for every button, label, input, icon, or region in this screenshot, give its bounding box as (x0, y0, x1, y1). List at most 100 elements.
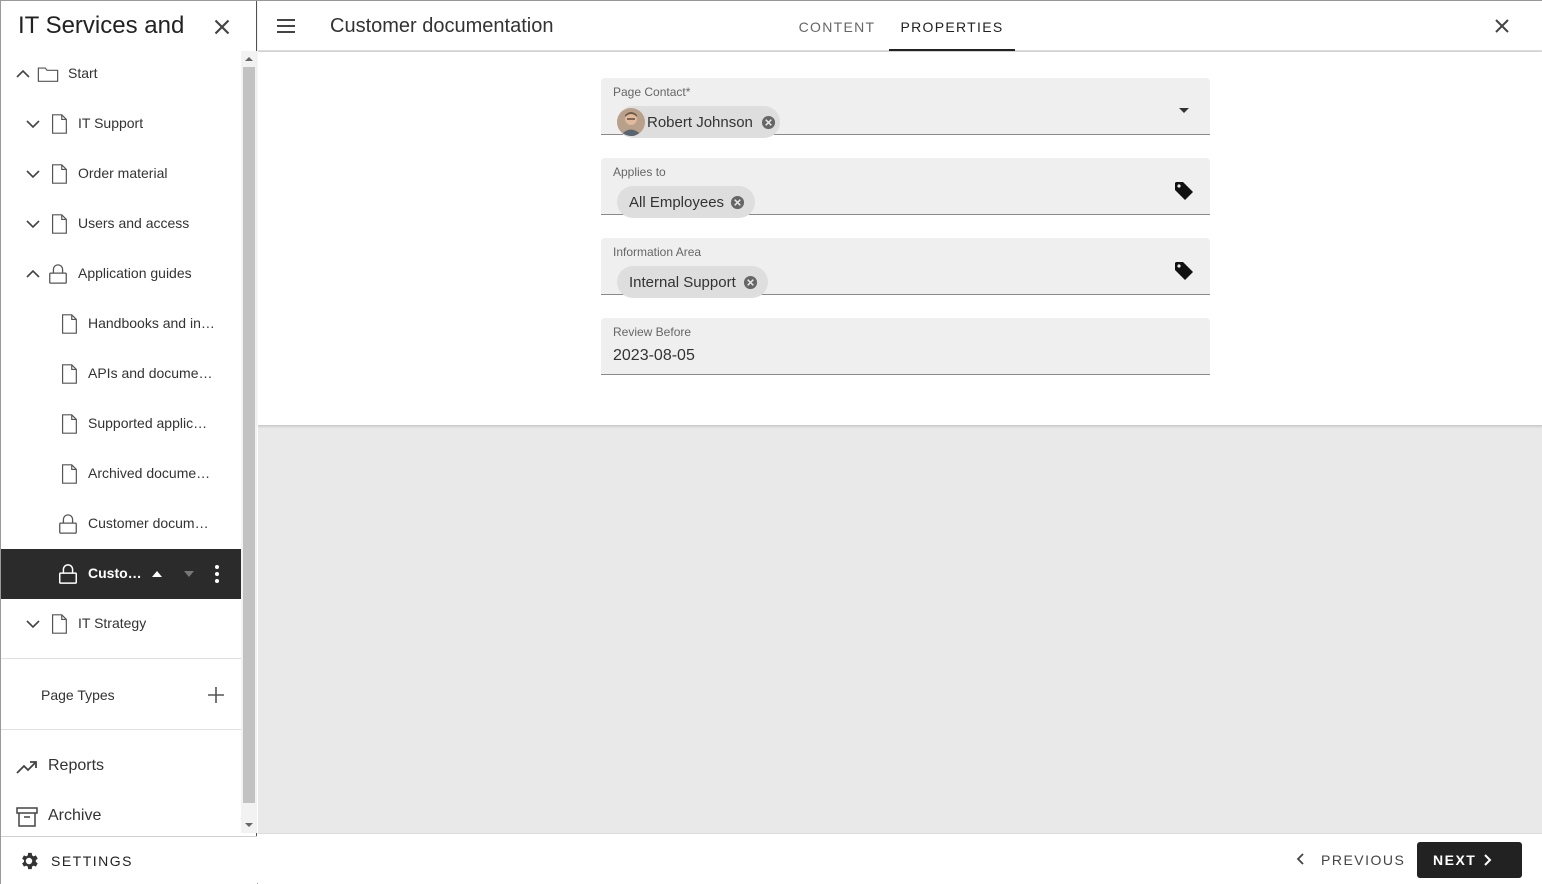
page-contact-chip[interactable]: Robert Johnson (617, 106, 780, 138)
footer-bar: PREVIOUS NEXT (258, 833, 1542, 884)
page-icon (51, 114, 67, 134)
tree-item-label: Handbooks and in… (88, 315, 215, 331)
chevron-down-icon[interactable] (25, 116, 41, 132)
review-before-field[interactable]: Review Before 2023-08-05 (601, 318, 1210, 375)
chevron-up-icon[interactable] (25, 266, 41, 282)
tree-item-label: Customer docum… (88, 515, 209, 531)
trending-up-icon (16, 761, 37, 774)
page-contact-field[interactable]: Page Contact* Robert Johnson (601, 78, 1210, 138)
information-area-value: Internal Support (629, 274, 736, 291)
tab-properties[interactable]: PROPERTIES (889, 1, 1015, 51)
tag-icon[interactable] (1173, 180, 1195, 202)
avatar (617, 108, 645, 136)
tree-item-label: Supported applic… (88, 415, 208, 431)
tree-item-label: Order material (78, 165, 168, 181)
remove-chip-icon[interactable] (730, 195, 745, 210)
close-icon[interactable] (1490, 14, 1514, 38)
page-contact-value: Robert Johnson (647, 114, 753, 131)
settings-label: SETTINGS (51, 853, 134, 869)
next-button[interactable]: NEXT (1417, 842, 1522, 878)
tree-item-label: Custom… (88, 565, 150, 581)
nav-item-archive[interactable]: Archive (1, 795, 241, 839)
sidebar-title: IT Services and Support (18, 12, 190, 39)
properties-panel: Page Contact* Robert Johnson Applies to … (258, 52, 1542, 426)
chevron-up-icon[interactable] (15, 66, 31, 82)
page-contact-label: Page Contact* (613, 85, 691, 99)
settings-button[interactable]: SETTINGS (1, 836, 257, 884)
chevron-down-icon[interactable] (25, 166, 41, 182)
applies-to-label: Applies to (613, 165, 666, 179)
previous-label: PREVIOUS (1321, 852, 1406, 868)
tree-item-it-support[interactable]: IT Support (1, 99, 241, 149)
tree-item-label: Archived docume… (88, 465, 211, 481)
chevron-left-icon (1296, 853, 1304, 865)
information-area-label: Information Area (613, 245, 702, 259)
page-icon (51, 614, 67, 634)
folder-icon (37, 67, 59, 82)
page-icon (61, 464, 77, 484)
nav-item-label: Archive (48, 807, 102, 824)
tree-item-label: Start (68, 65, 98, 81)
remove-chip-icon[interactable] (743, 275, 758, 290)
tree-item-selected[interactable]: Custom… (1, 549, 241, 599)
scroll-down-arrow-icon[interactable] (244, 821, 254, 829)
tag-icon[interactable] (1173, 260, 1195, 282)
remove-chip-icon[interactable] (761, 115, 776, 130)
page-icon (61, 364, 77, 384)
app-window: IT Services and Support Start IT Support… (0, 0, 1542, 884)
applies-to-field[interactable]: Applies to All Employees (601, 158, 1210, 218)
tree-item-order-material[interactable]: Order material (1, 149, 241, 199)
page-icon (61, 314, 77, 334)
tree-item-customer-documentation[interactable]: Customer docum… (1, 499, 241, 549)
chevron-down-icon[interactable] (25, 216, 41, 232)
tree-item-it-strategy[interactable]: IT Strategy (1, 599, 241, 649)
page-icon (51, 164, 67, 184)
gear-icon (22, 852, 38, 870)
main-area: Customer documentation CONTENT PROPERTIE… (258, 1, 1542, 884)
tree-item-label: Application guides (78, 265, 192, 281)
tree-item-label: IT Support (78, 115, 144, 131)
scroll-up-arrow-icon[interactable] (244, 55, 254, 63)
applies-to-value: All Employees (629, 194, 725, 211)
divider (1, 658, 241, 659)
sidebar-header: IT Services and Support (1, 1, 257, 51)
tree-item-label: Users and access (78, 215, 190, 231)
page-types-row[interactable]: Page Types (1, 671, 241, 719)
dropdown-arrow-icon[interactable] (1173, 100, 1195, 122)
archive-icon (16, 807, 38, 827)
page-title: Customer documentation (330, 15, 554, 37)
information-area-chip[interactable]: Internal Support (617, 266, 768, 298)
page-types-label: Page Types (41, 687, 115, 703)
more-vert-icon[interactable] (211, 563, 223, 585)
review-before-label: Review Before (613, 325, 692, 339)
tree-item-users-and-access[interactable]: Users and access (1, 199, 241, 249)
nav-item-reports[interactable]: Reports (1, 745, 241, 789)
tree-item-archived-documents[interactable]: Archived docume… (1, 449, 241, 499)
applies-to-chip[interactable]: All Employees (617, 186, 755, 218)
chevron-down-icon[interactable] (25, 616, 41, 632)
information-area-field[interactable]: Information Area Internal Support (601, 238, 1210, 298)
tree-item-label: IT Strategy (78, 615, 147, 631)
tree-item-handbooks[interactable]: Handbooks and in… (1, 299, 241, 349)
menu-icon[interactable] (274, 14, 298, 38)
add-icon[interactable] (207, 686, 225, 704)
tree-item-start[interactable]: Start (1, 49, 241, 99)
move-up-icon[interactable] (151, 568, 163, 580)
divider (1, 729, 241, 730)
page-icon (51, 214, 67, 234)
tab-content[interactable]: CONTENT (788, 1, 886, 51)
tree-item-label: APIs and docume… (88, 365, 213, 381)
previous-button[interactable]: PREVIOUS (1291, 842, 1406, 878)
lock-icon (59, 514, 77, 534)
tree-item-apis[interactable]: APIs and docume… (1, 349, 241, 399)
review-before-value[interactable]: 2023-08-05 (613, 347, 695, 365)
move-down-icon[interactable] (183, 568, 195, 580)
tree-item-supported-applications[interactable]: Supported applic… (1, 399, 241, 449)
nav-item-label: Reports (48, 757, 105, 774)
tree-item-application-guides[interactable]: Application guides (1, 249, 241, 299)
top-bar: Customer documentation CONTENT PROPERTIE… (258, 1, 1542, 51)
close-icon[interactable] (209, 14, 235, 40)
scrollbar-thumb[interactable] (243, 67, 255, 803)
lock-icon (59, 564, 77, 584)
sidebar: IT Services and Support Start IT Support… (1, 1, 257, 884)
